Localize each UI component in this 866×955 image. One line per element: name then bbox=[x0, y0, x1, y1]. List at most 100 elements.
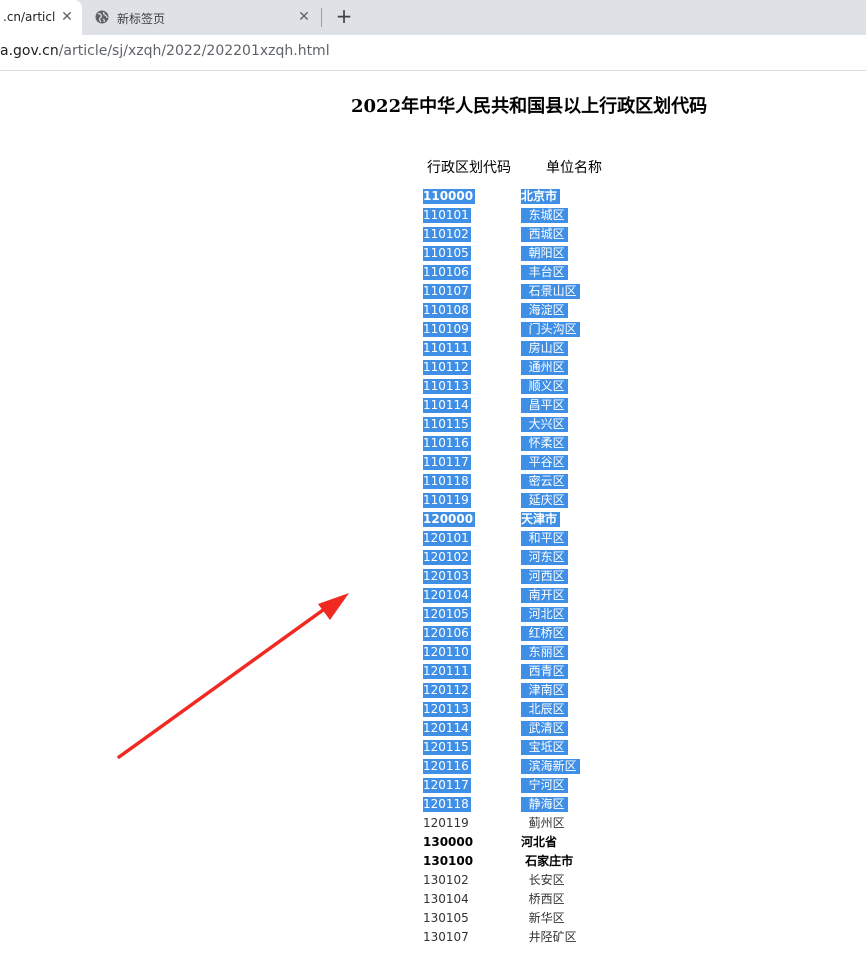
division-code: 110111 bbox=[423, 341, 471, 356]
tab-active[interactable]: .cn/articl ✕ bbox=[0, 0, 82, 35]
division-code: 120111 bbox=[423, 664, 471, 679]
division-code: 110000 bbox=[423, 189, 476, 204]
table-row: 120114 武清区 bbox=[0, 719, 866, 738]
division-code: 130102 bbox=[423, 873, 469, 887]
table-row: 130102 长安区 bbox=[0, 871, 866, 890]
division-name: 丰台区 bbox=[521, 265, 568, 280]
url-field[interactable]: a.gov.cn/article/sj/xzqh/2022/202201xzqh… bbox=[0, 43, 330, 59]
division-code: 130105 bbox=[423, 911, 469, 925]
table-row: 120111 西青区 bbox=[0, 662, 866, 681]
division-code: 120119 bbox=[423, 816, 469, 830]
division-name: 石景山区 bbox=[521, 284, 580, 299]
table-row: 120101 和平区 bbox=[0, 529, 866, 548]
table-row: 110101 东城区 bbox=[0, 206, 866, 225]
column-header-name: 单位名称 bbox=[546, 160, 602, 176]
table-row: 110111 房山区 bbox=[0, 339, 866, 358]
division-name: 津南区 bbox=[521, 683, 568, 698]
division-code: 110106 bbox=[423, 265, 471, 280]
division-name: 门头沟区 bbox=[521, 322, 580, 337]
table-row: 110114 昌平区 bbox=[0, 396, 866, 415]
globe-icon bbox=[95, 10, 109, 24]
table-row: 110105 朝阳区 bbox=[0, 244, 866, 263]
division-name: 大兴区 bbox=[521, 417, 568, 432]
division-name: 河东区 bbox=[521, 550, 568, 565]
table-row: 130104 桥西区 bbox=[0, 890, 866, 909]
tab-new-tab-page[interactable]: 新标签页 ✕ bbox=[82, 0, 320, 35]
division-name: 东丽区 bbox=[521, 645, 568, 660]
division-code: 130100 bbox=[423, 854, 474, 868]
division-code: 110109 bbox=[423, 322, 471, 337]
division-name: 通州区 bbox=[521, 360, 568, 375]
division-name: 桥西区 bbox=[521, 892, 565, 906]
division-name: 朝阳区 bbox=[521, 246, 568, 261]
division-code: 120118 bbox=[423, 797, 471, 812]
division-code: 110101 bbox=[423, 208, 471, 223]
table-row: 120116 滨海新区 bbox=[0, 757, 866, 776]
division-code: 130107 bbox=[423, 930, 469, 944]
division-name: 武清区 bbox=[521, 721, 568, 736]
table-row: 120103 河西区 bbox=[0, 567, 866, 586]
url-host: a.gov.cn bbox=[0, 43, 59, 59]
table-row: 130107 井陉矿区 bbox=[0, 928, 866, 947]
division-name: 房山区 bbox=[521, 341, 568, 356]
table-row: 120110 东丽区 bbox=[0, 643, 866, 662]
table-row: 110109 门头沟区 bbox=[0, 320, 866, 339]
table-row: 120106 红桥区 bbox=[0, 624, 866, 643]
table-row: 110118 密云区 bbox=[0, 472, 866, 491]
new-tab-button[interactable]: + bbox=[334, 5, 354, 29]
address-bar: a.gov.cn/article/sj/xzqh/2022/202201xzqh… bbox=[0, 35, 866, 71]
table-row: 120115 宝坻区 bbox=[0, 738, 866, 757]
division-name: 静海区 bbox=[521, 797, 568, 812]
division-code: 120103 bbox=[423, 569, 471, 584]
tab-strip: .cn/articl ✕ 新标签页 ✕ + bbox=[0, 0, 866, 35]
division-name: 宝坻区 bbox=[521, 740, 568, 755]
table-row: 120102 河东区 bbox=[0, 548, 866, 567]
table-row: 110115 大兴区 bbox=[0, 415, 866, 434]
division-code: 110117 bbox=[423, 455, 471, 470]
division-code: 110107 bbox=[423, 284, 471, 299]
division-code: 120104 bbox=[423, 588, 471, 603]
table-row: 120113 北辰区 bbox=[0, 700, 866, 719]
division-code: 120106 bbox=[423, 626, 471, 641]
division-code: 120102 bbox=[423, 550, 471, 565]
division-code: 120000 bbox=[423, 512, 476, 527]
table-row: 120000 天津市 bbox=[0, 510, 866, 529]
division-name: 蓟州区 bbox=[521, 816, 565, 830]
division-code: 120112 bbox=[423, 683, 471, 698]
division-code: 110119 bbox=[423, 493, 471, 508]
division-name: 河西区 bbox=[521, 569, 568, 584]
table-row: 120119 蓟州区 bbox=[0, 814, 866, 833]
division-code: 110113 bbox=[423, 379, 471, 394]
division-name: 南开区 bbox=[521, 588, 568, 603]
division-code: 120113 bbox=[423, 702, 471, 717]
division-name: 怀柔区 bbox=[521, 436, 568, 451]
table-row: 110107 石景山区 bbox=[0, 282, 866, 301]
table-row: 120117 宁河区 bbox=[0, 776, 866, 795]
table-row: 110106 丰台区 bbox=[0, 263, 866, 282]
division-code: 120117 bbox=[423, 778, 471, 793]
division-code: 120101 bbox=[423, 531, 471, 546]
table-row: 130000 河北省 bbox=[0, 833, 866, 852]
table-row: 110119 延庆区 bbox=[0, 491, 866, 510]
division-code: 110112 bbox=[423, 360, 471, 375]
tab-separator bbox=[321, 8, 322, 27]
division-code-table: 110000 北京市 110101 东城区 110102 西城区 110105 朝阳区 1… bbox=[0, 187, 866, 947]
table-row: 110116 怀柔区 bbox=[0, 434, 866, 453]
division-code: 110114 bbox=[423, 398, 471, 413]
division-name: 北辰区 bbox=[521, 702, 568, 717]
close-icon[interactable]: ✕ bbox=[59, 9, 75, 25]
division-name: 长安区 bbox=[521, 873, 565, 887]
table-row: 110112 通州区 bbox=[0, 358, 866, 377]
table-row: 110102 西城区 bbox=[0, 225, 866, 244]
division-code: 110118 bbox=[423, 474, 471, 489]
division-name: 井陉矿区 bbox=[521, 930, 577, 944]
page-title: 2022年中华人民共和国县以上行政区划代码 bbox=[351, 96, 708, 117]
table-row: 130100 石家庄市 bbox=[0, 852, 866, 871]
division-name: 密云区 bbox=[521, 474, 568, 489]
close-icon[interactable]: ✕ bbox=[296, 9, 312, 25]
url-path: /article/sj/xzqh/2022/202201xzqh.html bbox=[58, 43, 330, 59]
column-header-code: 行政区划代码 bbox=[427, 160, 511, 176]
table-row: 120112 津南区 bbox=[0, 681, 866, 700]
division-name: 延庆区 bbox=[521, 493, 568, 508]
tab-title: .cn/articl bbox=[3, 10, 55, 24]
